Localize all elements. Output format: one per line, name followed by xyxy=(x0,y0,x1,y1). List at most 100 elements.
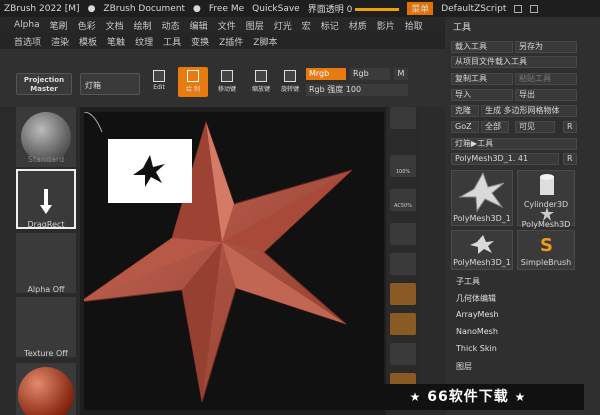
submenu-item[interactable]: 笔触 xyxy=(107,35,125,48)
alpha-thumbnail[interactable] xyxy=(16,233,76,293)
menu-item[interactable]: 编辑 xyxy=(190,19,208,32)
menu-item[interactable]: 笔刷 xyxy=(50,19,68,32)
rightshelf-btn-5[interactable] xyxy=(390,253,416,275)
load-from-project-button[interactable]: 从项目文件载入工具 xyxy=(451,56,577,68)
menu-item[interactable]: 材质 xyxy=(349,19,367,32)
title-bar: ZBrush 2022 [M] ● ZBrush Document ● Free… xyxy=(0,0,600,17)
document-dot-icon: ● xyxy=(87,3,96,14)
light-box-button[interactable]: 灯箱 xyxy=(80,73,140,95)
tool-thumb-simplebrush[interactable]: S SimpleBrush xyxy=(517,230,575,270)
document-name: ZBrush Document xyxy=(103,3,186,14)
draw-button[interactable]: 绘 制 xyxy=(178,67,208,97)
scale-icon xyxy=(255,70,267,82)
menu-item[interactable]: 图层 xyxy=(246,19,264,32)
menu-button[interactable]: 菜单 xyxy=(407,2,434,15)
subtool-menu[interactable]: 子工具 xyxy=(456,276,480,287)
copy-tool-button[interactable]: 复制工具 xyxy=(451,73,513,85)
tool-thumb-cylinder3d[interactable]: Cylinder3D xyxy=(517,170,575,226)
submenu-item[interactable]: 纹理 xyxy=(135,35,153,48)
nanomesh-menu[interactable]: NanoMesh xyxy=(456,327,498,336)
all-button[interactable]: 全部 xyxy=(481,121,509,133)
free-memory: Free Me xyxy=(208,3,245,14)
quicksave-button[interactable]: QuickSave xyxy=(252,4,300,14)
star-icon: ★ xyxy=(514,390,527,404)
submenu-item[interactable]: 工具 xyxy=(163,35,181,48)
rotate-button[interactable]: 旋转键 xyxy=(275,67,305,97)
projection-master-button[interactable]: Projection Master xyxy=(16,73,72,95)
simplebrush-icon: S xyxy=(540,235,553,256)
make-polymesh-button[interactable]: 生成 多边形网格物体 xyxy=(481,105,577,117)
menu-item[interactable]: 拾取 xyxy=(405,19,423,32)
save-as-button[interactable]: 另存为 xyxy=(515,41,577,53)
minimize-icon[interactable] xyxy=(514,4,523,13)
draw-icon xyxy=(187,70,199,82)
paste-tool-button[interactable]: 粘贴工具 xyxy=(515,73,577,85)
submenu-item[interactable]: 变换 xyxy=(191,35,209,48)
clone-button[interactable]: 克隆 xyxy=(451,105,479,117)
stroke-label: DragRect xyxy=(27,220,65,229)
menu-item[interactable]: 绘制 xyxy=(134,19,152,32)
layers-menu[interactable]: 图层 xyxy=(456,361,472,372)
menu-item[interactable]: 文件 xyxy=(218,19,236,32)
submenu-item[interactable]: Z脚本 xyxy=(253,35,277,48)
load-tool-button[interactable]: 载入工具 xyxy=(451,41,513,53)
scale-button[interactable]: 缩放键 xyxy=(246,67,276,97)
rightshelf-btn-8[interactable] xyxy=(390,343,416,365)
default-script[interactable]: DefaultZScript xyxy=(441,4,506,14)
edit-button[interactable]: Edit xyxy=(144,67,174,97)
star-preview-icon xyxy=(133,155,165,187)
zoom-100-button[interactable]: 100% xyxy=(390,155,416,177)
tool-thumb-polymesh3d-1-b[interactable]: PolyMesh3D_1 xyxy=(451,230,513,270)
arraymesh-menu[interactable]: ArrayMesh xyxy=(456,310,499,319)
visible-button[interactable]: 可见 xyxy=(515,121,555,133)
menu-item[interactable]: 标记 xyxy=(321,19,339,32)
lightbox-tool-button[interactable]: 灯箱▶工具 xyxy=(451,138,577,150)
menu-item[interactable]: 宏 xyxy=(302,19,311,32)
right-shelf: 100% AC50% xyxy=(386,107,420,415)
texture-thumbnail[interactable] xyxy=(16,297,76,357)
panel-title: 工具 xyxy=(453,23,472,33)
menu-item[interactable]: 文档 xyxy=(106,19,124,32)
cylinder-icon xyxy=(540,174,554,195)
zoom-ac50-button[interactable]: AC50% xyxy=(390,189,416,211)
move-button[interactable]: 移动键 xyxy=(212,67,242,97)
rotate-icon xyxy=(284,70,296,82)
menu-item[interactable]: 色彩 xyxy=(78,19,96,32)
submenu-item[interactable]: 模板 xyxy=(79,35,97,48)
geometry-menu[interactable]: 几何体编辑 xyxy=(456,293,496,304)
mrgb-toggle[interactable]: Mrgb xyxy=(306,68,346,80)
main-menu-bar: Alpha 笔刷 色彩 文档 绘制 动态 编辑 文件 图层 灯光宏标记 材质 影片 拾取 xyxy=(0,17,445,33)
r-button[interactable]: R xyxy=(563,121,577,133)
goz-button[interactable]: GoZ xyxy=(451,121,479,133)
menu-item[interactable]: 灯光 xyxy=(274,19,292,32)
interface-transparency[interactable]: 界面透明 0 xyxy=(308,2,400,15)
r-button-2[interactable]: R xyxy=(563,153,577,165)
current-tool-slider[interactable]: PolyMesh3D_1. 41 xyxy=(451,153,559,165)
export-button[interactable]: 导出 xyxy=(515,89,577,101)
maximize-icon[interactable] xyxy=(530,4,539,13)
rgb-intensity-slider[interactable]: Rgb 强度 100 xyxy=(306,84,408,96)
rgb-toggle[interactable]: Rgb xyxy=(350,68,390,80)
rightshelf-btn-1[interactable] xyxy=(390,107,416,129)
top-shelf: Projection Master 灯箱 Edit 绘 制 移动键 缩放键 旋转… xyxy=(0,49,445,107)
material-thumbnail[interactable] xyxy=(16,363,76,415)
import-button[interactable]: 导入 xyxy=(451,89,513,101)
submenu-item[interactable]: 首选项 xyxy=(14,35,41,48)
polymesh-small-star-icon xyxy=(540,207,554,221)
thickskin-menu[interactable]: Thick Skin xyxy=(456,344,497,353)
menu-item[interactable]: Alpha xyxy=(14,20,40,30)
texture-label: Texture Off xyxy=(24,349,68,358)
tool-thumb-polymesh3d-1[interactable]: PolyMesh3D_1 xyxy=(451,170,513,226)
menu-item[interactable]: 影片 xyxy=(377,19,395,32)
transparency-slider[interactable] xyxy=(355,8,400,11)
submenu-item[interactable]: 渲染 xyxy=(51,35,69,48)
move-icon xyxy=(221,70,233,82)
menu-item[interactable]: 动态 xyxy=(162,19,180,32)
m-toggle[interactable]: M xyxy=(394,68,408,80)
rightshelf-btn-7[interactable] xyxy=(390,313,416,335)
rightshelf-btn-4[interactable] xyxy=(390,223,416,245)
brush-label: Standard xyxy=(27,155,65,164)
submenu-item[interactable]: Z插件 xyxy=(219,35,243,48)
rightshelf-btn-6[interactable] xyxy=(390,283,416,305)
watermark-banner: ★ 66软件下载 ★ xyxy=(352,384,584,410)
